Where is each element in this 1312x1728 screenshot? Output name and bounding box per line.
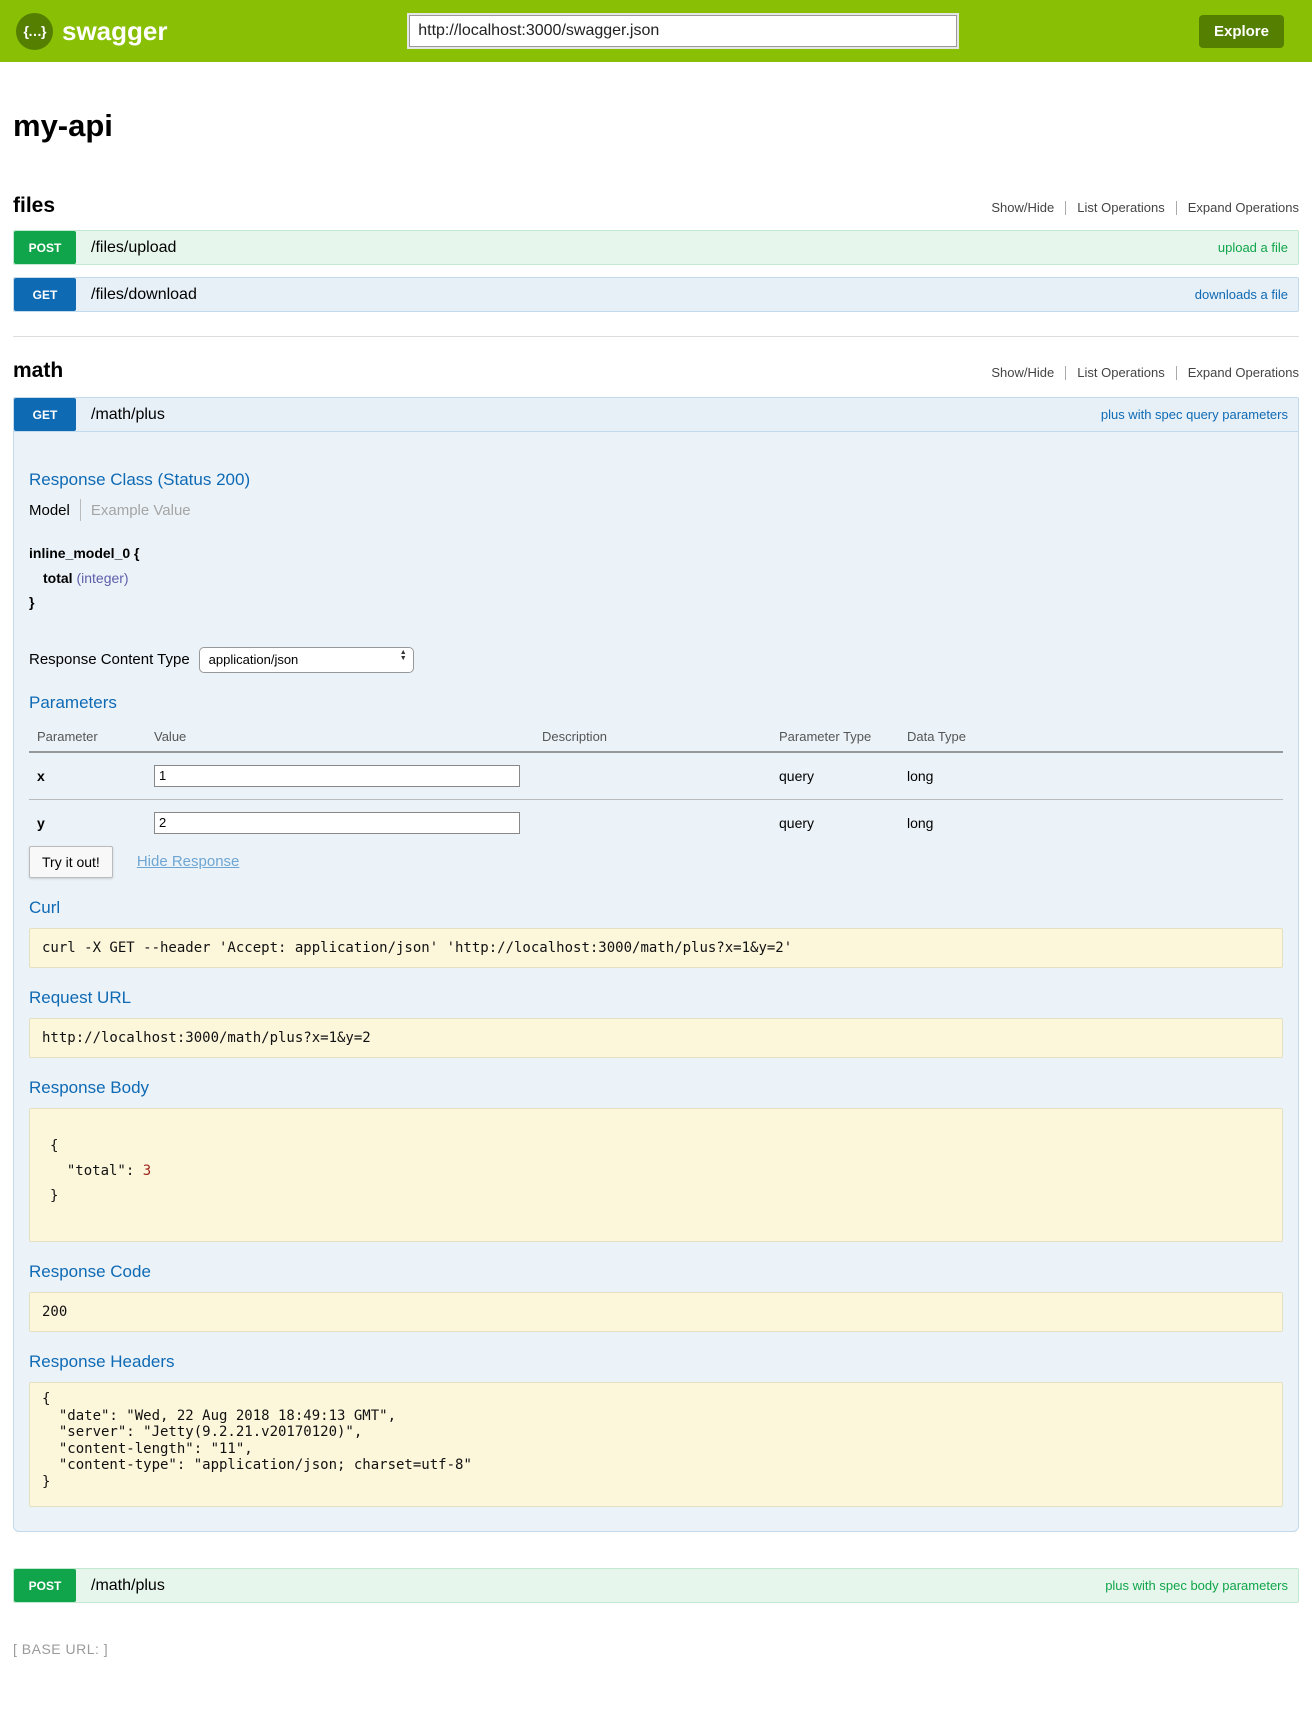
- param-name-y: y: [29, 799, 154, 842]
- section-divider: [13, 336, 1299, 337]
- response-headers-block: { "date": "Wed, 22 Aug 2018 18:49:13 GMT…: [29, 1382, 1283, 1507]
- model-signature: inline_model_0 { total (integer) }: [29, 541, 1283, 615]
- model-signature-close: }: [29, 590, 1283, 615]
- files-section-title[interactable]: files: [13, 194, 55, 218]
- model-property-name: total: [43, 570, 73, 586]
- files-expand-operations-link[interactable]: Expand Operations: [1188, 200, 1299, 215]
- math-expand-operations-link[interactable]: Expand Operations: [1188, 365, 1299, 380]
- param-y-value-input[interactable]: [154, 812, 520, 834]
- math-section-header: math Show/Hide List Operations Expand Op…: [13, 359, 1299, 383]
- response-body-heading: Response Body: [29, 1078, 1283, 1098]
- math-list-operations-link[interactable]: List Operations: [1077, 365, 1164, 380]
- swagger-braces-icon: {…}: [16, 13, 53, 50]
- response-content-type-select[interactable]: application/json: [199, 647, 414, 673]
- swagger-logo[interactable]: {…} swagger: [16, 13, 168, 50]
- request-url-heading: Request URL: [29, 988, 1283, 1008]
- response-code-block: 200: [29, 1292, 1283, 1332]
- model-signature-open: inline_model_0 {: [29, 541, 1283, 566]
- get-method-badge: GET: [14, 278, 76, 311]
- hide-response-link[interactable]: Hide Response: [137, 853, 240, 870]
- request-url-block: http://localhost:3000/math/plus?x=1&y=2: [29, 1018, 1283, 1058]
- operation-summary[interactable]: plus with spec query parameters: [1101, 407, 1288, 422]
- param-data-type: long: [907, 752, 1283, 800]
- swagger-logo-text: swagger: [62, 16, 168, 47]
- tab-model[interactable]: Model: [29, 502, 70, 519]
- param-type: query: [779, 752, 907, 800]
- spec-url-input[interactable]: [409, 15, 957, 47]
- operation-path[interactable]: /files/download: [91, 286, 197, 304]
- response-content-type-label: Response Content Type: [29, 651, 190, 668]
- header-bar: {…} swagger Explore: [0, 0, 1312, 62]
- divider: [1176, 366, 1177, 380]
- try-it-out-button[interactable]: Try it out!: [29, 846, 113, 878]
- divider: [1065, 366, 1066, 380]
- page-title: my-api: [13, 108, 1299, 144]
- table-row: x query long: [29, 752, 1283, 800]
- curl-heading: Curl: [29, 898, 1283, 918]
- operation-row-post-math-plus[interactable]: POST /math/plus plus with spec body para…: [13, 1568, 1299, 1603]
- model-property-type: (integer): [76, 570, 128, 586]
- operation-path[interactable]: /math/plus: [91, 406, 165, 424]
- response-headers-heading: Response Headers: [29, 1352, 1283, 1372]
- column-header-data-type: Data Type: [907, 723, 1283, 752]
- response-class-heading: Response Class (Status 200): [29, 470, 1283, 490]
- operation-row-get-files-download[interactable]: GET /files/download downloads a file: [13, 277, 1299, 312]
- param-type: query: [779, 799, 907, 842]
- param-x-value-input[interactable]: [154, 765, 520, 787]
- curl-command-block: curl -X GET --header 'Accept: applicatio…: [29, 928, 1283, 968]
- files-section-header: files Show/Hide List Operations Expand O…: [13, 194, 1299, 218]
- response-content-type-row: Response Content Type application/json ▲…: [29, 647, 1283, 673]
- param-name-x: x: [29, 752, 154, 800]
- divider: [80, 499, 81, 521]
- get-method-badge: GET: [14, 398, 76, 431]
- operation-expanded-panel: Response Class (Status 200) Model Exampl…: [13, 432, 1299, 1532]
- param-data-type: long: [907, 799, 1283, 842]
- parameters-heading: Parameters: [29, 693, 1283, 713]
- parameters-table: Parameter Value Description Parameter Ty…: [29, 723, 1283, 842]
- operation-summary[interactable]: plus with spec body parameters: [1105, 1578, 1288, 1593]
- operation-row-post-files-upload[interactable]: POST /files/upload upload a file: [13, 230, 1299, 265]
- json-number-value: 3: [143, 1163, 151, 1179]
- post-method-badge: POST: [14, 1569, 76, 1602]
- column-header-value: Value: [154, 723, 542, 752]
- math-show-hide-link[interactable]: Show/Hide: [991, 365, 1054, 380]
- post-method-badge: POST: [14, 231, 76, 264]
- divider: [1065, 201, 1066, 215]
- response-code-heading: Response Code: [29, 1262, 1283, 1282]
- files-list-operations-link[interactable]: List Operations: [1077, 200, 1164, 215]
- json-text: { "total":: [50, 1138, 143, 1179]
- operation-row-get-math-plus[interactable]: GET /math/plus plus with spec query para…: [13, 397, 1299, 432]
- column-header-parameter-type: Parameter Type: [779, 723, 907, 752]
- model-tabs: Model Example Value: [29, 499, 1283, 521]
- math-section-title[interactable]: math: [13, 359, 63, 383]
- param-description: [542, 752, 779, 800]
- operation-path[interactable]: /files/upload: [91, 239, 176, 257]
- table-row: y query long: [29, 799, 1283, 842]
- operation-path[interactable]: /math/plus: [91, 1577, 165, 1595]
- column-header-description: Description: [542, 723, 779, 752]
- divider: [1176, 201, 1177, 215]
- column-header-parameter: Parameter: [29, 723, 154, 752]
- base-url-label: [ BASE URL: ]: [13, 1641, 1299, 1657]
- tab-example-value[interactable]: Example Value: [91, 502, 191, 519]
- operation-summary[interactable]: upload a file: [1218, 240, 1288, 255]
- param-description: [542, 799, 779, 842]
- operation-summary[interactable]: downloads a file: [1195, 287, 1288, 302]
- files-show-hide-link[interactable]: Show/Hide: [991, 200, 1054, 215]
- explore-button[interactable]: Explore: [1199, 15, 1284, 48]
- response-body-block: { "total": 3 }: [29, 1108, 1283, 1243]
- json-text: }: [50, 1188, 58, 1204]
